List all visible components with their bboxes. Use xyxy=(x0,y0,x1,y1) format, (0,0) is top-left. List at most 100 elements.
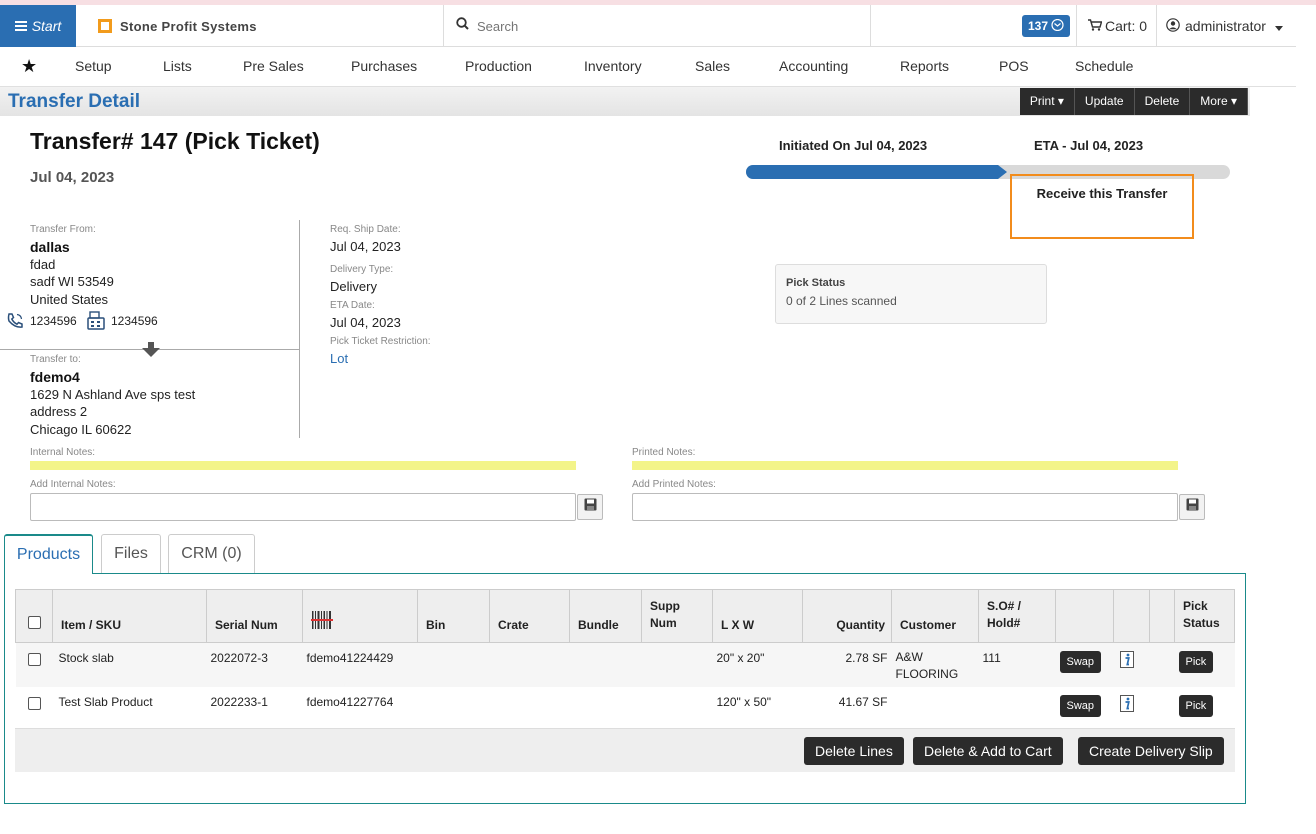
info-cell xyxy=(1113,642,1150,687)
nav-production[interactable]: Production xyxy=(465,47,532,87)
top-bar: Start Stone Profit Systems 137 Cart: 0 a… xyxy=(0,5,1296,47)
tab-files[interactable]: Files xyxy=(101,534,161,573)
supp-cell xyxy=(641,687,713,731)
col-quantity[interactable]: Quantity xyxy=(802,589,892,643)
menu-icon xyxy=(14,18,27,34)
nav-pos[interactable]: POS xyxy=(999,47,1029,87)
search-icon xyxy=(456,17,469,35)
tab-crm[interactable]: CRM (0) xyxy=(168,534,255,573)
nav-purchases[interactable]: Purchases xyxy=(351,47,417,87)
delivery-type-value: Delivery xyxy=(330,279,377,294)
divider xyxy=(1156,5,1157,47)
row-checkbox[interactable] xyxy=(27,697,41,710)
swap-button[interactable]: Swap xyxy=(1059,651,1102,673)
save-internal-notes-button[interactable] xyxy=(577,494,603,520)
col-lxw[interactable]: L X W xyxy=(712,589,803,643)
info-icon[interactable] xyxy=(1119,651,1134,671)
receive-transfer-button[interactable]: Receive this Transfer xyxy=(1010,174,1194,239)
table-row: Stock slab 2022072-3 fdemo41224429 20" x… xyxy=(15,642,1235,687)
transfer-heading: Transfer# 147 (Pick Ticket) xyxy=(30,128,320,154)
cart-icon xyxy=(1088,18,1103,34)
notification-badge[interactable]: 137 xyxy=(1022,15,1071,37)
update-button[interactable]: Update xyxy=(1074,88,1135,115)
col-info xyxy=(1113,589,1150,643)
col-so-hold[interactable]: S.O# / Hold# xyxy=(978,589,1056,643)
swap-button[interactable]: Swap xyxy=(1059,695,1102,717)
col-supp-num[interactable]: Supp Num xyxy=(641,589,713,643)
tab-products[interactable]: Products xyxy=(4,534,93,574)
start-label: Start xyxy=(31,18,62,34)
pick-status-label: Pick Status xyxy=(786,277,846,289)
pick-cell: Pick xyxy=(1174,642,1235,687)
col-serial[interactable]: Serial Num xyxy=(206,589,303,643)
more-button[interactable]: More ▾ xyxy=(1190,88,1248,115)
brand[interactable]: Stone Profit Systems xyxy=(76,5,444,47)
fax-icon xyxy=(87,311,105,335)
delete-add-cart-button[interactable]: Delete & Add to Cart xyxy=(913,737,1063,765)
printed-notes-input[interactable] xyxy=(632,493,1178,521)
serial-cell: 2022072-3 xyxy=(206,642,303,687)
create-delivery-slip-button[interactable]: Create Delivery Slip xyxy=(1078,737,1224,765)
nav-pre-sales[interactable]: Pre Sales xyxy=(243,47,304,87)
row-checkbox-cell xyxy=(15,687,53,731)
col-pick-status[interactable]: Pick Status xyxy=(1174,589,1235,643)
customer-cell: A&W FLOORING xyxy=(891,642,979,687)
col-crate[interactable]: Crate xyxy=(489,589,570,643)
bin-cell xyxy=(417,687,490,731)
progress-fill xyxy=(746,165,998,179)
col-customer[interactable]: Customer xyxy=(891,589,979,643)
brand-logo-icon xyxy=(98,19,112,33)
nav-lists[interactable]: Lists xyxy=(163,47,192,87)
pick-button[interactable]: Pick xyxy=(1178,651,1214,673)
col-bin[interactable]: Bin xyxy=(417,589,490,643)
divider xyxy=(1076,5,1077,47)
restriction-value[interactable]: Lot xyxy=(330,351,348,366)
barcode-cell: fdemo41227764 xyxy=(302,687,418,731)
delete-button[interactable]: Delete xyxy=(1134,88,1191,115)
quantity-cell: 2.78 SF xyxy=(802,642,892,687)
delete-lines-button[interactable]: Delete Lines xyxy=(804,737,904,765)
favorites-star-icon[interactable]: ★ xyxy=(21,56,37,77)
col-item[interactable]: Item / SKU xyxy=(52,589,207,643)
pick-button[interactable]: Pick xyxy=(1178,695,1214,717)
eta-label: ETA - Jul 04, 2023 xyxy=(1034,138,1144,153)
caret-down-icon xyxy=(1274,18,1283,34)
from-phone: 1234596 xyxy=(30,314,77,328)
add-internal-notes-label: Add Internal Notes: xyxy=(30,479,116,490)
customer-cell xyxy=(891,687,979,731)
nav-sales[interactable]: Sales xyxy=(695,47,730,87)
nav-reports[interactable]: Reports xyxy=(900,47,949,87)
user-menu[interactable]: administrator xyxy=(1166,5,1283,47)
phone-icon xyxy=(6,312,24,335)
blank-cell xyxy=(1149,642,1175,687)
so-cell xyxy=(978,687,1056,731)
restriction-label: Pick Ticket Restriction: xyxy=(330,336,431,347)
info-cell xyxy=(1113,687,1150,731)
nav-schedule[interactable]: Schedule xyxy=(1075,47,1133,87)
cart-button[interactable]: Cart: 0 xyxy=(1088,5,1147,47)
search-input[interactable] xyxy=(477,18,837,34)
save-icon xyxy=(1186,498,1199,516)
printed-notes-label: Printed Notes: xyxy=(632,447,696,458)
nav-inventory[interactable]: Inventory xyxy=(584,47,642,87)
col-bundle[interactable]: Bundle xyxy=(569,589,642,643)
start-button[interactable]: Start xyxy=(0,5,76,47)
print-button[interactable]: Print ▾ xyxy=(1019,88,1075,115)
nav-setup[interactable]: Setup xyxy=(75,47,112,87)
internal-notes-input[interactable] xyxy=(30,493,576,521)
user-icon xyxy=(1166,17,1180,35)
row-checkbox[interactable] xyxy=(27,653,41,666)
save-printed-notes-button[interactable] xyxy=(1179,494,1205,520)
to-line1: 1629 N Ashland Ave sps test xyxy=(30,387,196,402)
barcode-cell: fdemo41224429 xyxy=(302,642,418,687)
notification-count: 137 xyxy=(1028,19,1049,33)
pick-status-value: 0 of 2 Lines scanned xyxy=(786,294,897,308)
col-swap xyxy=(1055,589,1114,643)
transfer-date: Jul 04, 2023 xyxy=(30,169,115,186)
info-icon[interactable] xyxy=(1119,695,1134,715)
swap-cell: Swap xyxy=(1055,687,1114,731)
nav-accounting[interactable]: Accounting xyxy=(779,47,848,87)
select-all-checkbox[interactable] xyxy=(28,616,41,629)
supp-cell xyxy=(641,642,713,687)
eta-date-label: ETA Date: xyxy=(330,300,375,311)
